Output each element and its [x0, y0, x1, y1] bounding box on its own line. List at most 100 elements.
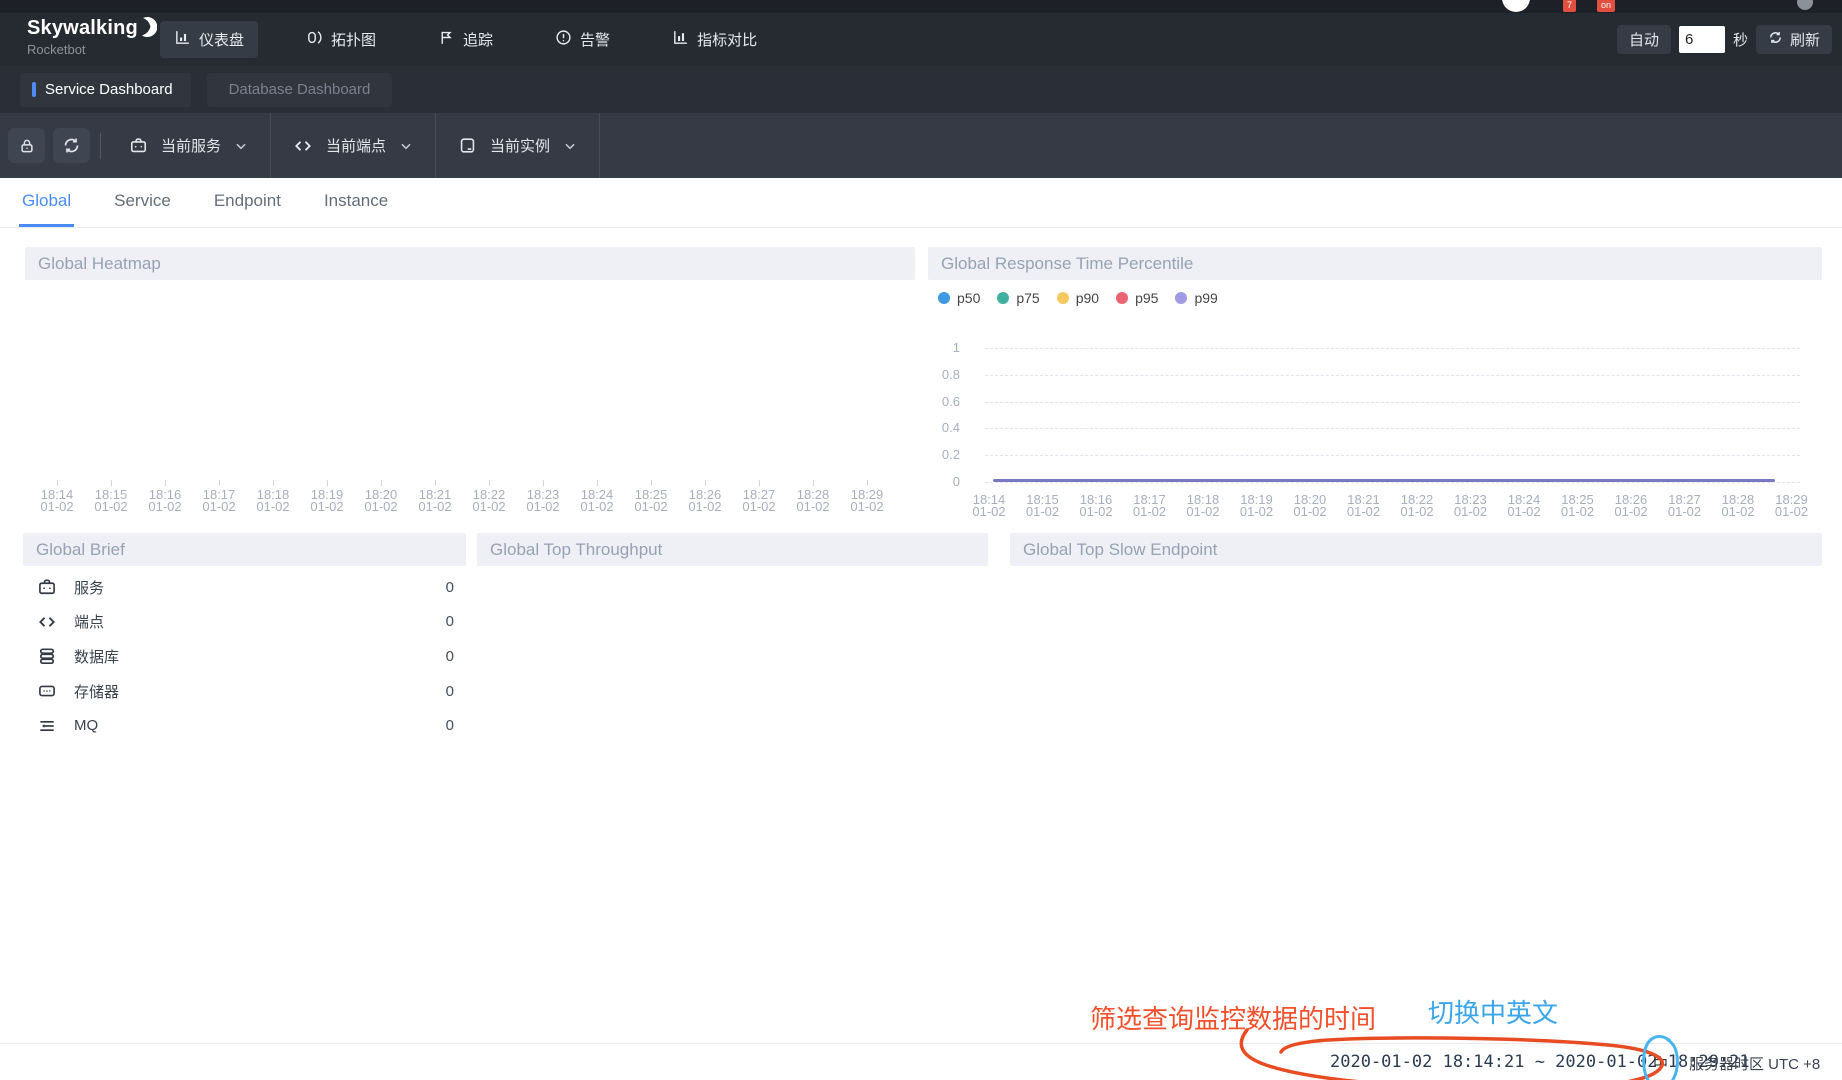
tab-endpoint[interactable]: Endpoint	[211, 178, 284, 227]
topology-icon	[306, 29, 323, 50]
x-axis-label: 18:1901-02	[1230, 494, 1284, 518]
nav-item-alarm[interactable]: 告警	[541, 21, 624, 58]
refresh-button[interactable]: 刷新	[1756, 25, 1832, 54]
view-tabs: Global Service Endpoint Instance	[0, 178, 1842, 228]
time-range-picker[interactable]: 2020-01-02 18:14:21 ~ 2020-01-02 18:29:2…	[1330, 1052, 1750, 1072]
instance-device-icon	[458, 136, 477, 155]
y-axis-label: 0.8	[930, 367, 960, 382]
x-axis-label: 18:2401-02	[1497, 494, 1551, 518]
gridline	[985, 375, 1800, 376]
nav-item-label: 拓扑图	[331, 29, 376, 50]
browser-menu-icon[interactable]	[1797, 0, 1813, 10]
brief-value: 0	[446, 683, 454, 700]
x-axis-label: 18:2701-02	[1658, 494, 1712, 518]
x-axis-label: 18:1401-02	[962, 494, 1016, 518]
logo-subtitle: Rocketbot	[27, 42, 157, 57]
nav-item-trace[interactable]: 追踪	[424, 21, 507, 58]
brief-label: MQ	[74, 717, 98, 734]
y-axis-label: 0.2	[930, 447, 960, 462]
legend-item-p99[interactable]: p99	[1175, 290, 1217, 306]
gridline	[985, 428, 1800, 429]
service-briefcase-icon	[37, 577, 57, 597]
mq-queue-icon	[37, 716, 57, 736]
legend-label: p90	[1076, 290, 1099, 306]
current-endpoint-selector[interactable]: 当前端点	[271, 113, 436, 178]
skywalking-dashboard-page: 7 on Skywalking Rocketbot 仪表盘 拓扑图 追踪	[0, 0, 1842, 1080]
y-axis-label: 0.6	[930, 394, 960, 409]
x-axis-label: 18:2101-02	[1337, 494, 1391, 518]
brief-row-endpoint: 端点 0	[23, 605, 466, 640]
brief-row-database: 数据库 0	[23, 639, 466, 674]
current-service-selector[interactable]: 当前服务	[107, 113, 271, 178]
interval-unit-label: 秒	[1733, 29, 1748, 50]
legend-dot	[938, 292, 950, 304]
legend-label: p75	[1016, 290, 1039, 306]
brief-value: 0	[446, 613, 454, 630]
endpoint-code-icon	[293, 136, 313, 156]
legend-item-p75[interactable]: p75	[997, 290, 1039, 306]
x-axis-label: 18:2201-02	[1390, 494, 1444, 518]
brief-row-mq: MQ 0	[23, 708, 466, 743]
chevron-down-icon	[234, 139, 248, 153]
dash-tab-label: Service Dashboard	[45, 81, 173, 98]
legend-item-p50[interactable]: p50	[938, 290, 980, 306]
nav-item-topology[interactable]: 拓扑图	[292, 21, 390, 58]
tab-service[interactable]: Service	[111, 178, 174, 227]
throughput-panel-title: Global Top Throughput	[477, 533, 988, 566]
legend-item-p90[interactable]: p90	[1057, 290, 1099, 306]
y-axis-label: 0	[930, 474, 960, 489]
storage-card-icon	[37, 681, 57, 701]
percentile-legend: p50 p75 p90 p95 p99	[938, 290, 1218, 306]
browser-avatar[interactable]	[1502, 0, 1530, 12]
lock-button[interactable]	[8, 128, 45, 163]
nav-item-metric-compare[interactable]: 指标对比	[658, 21, 771, 58]
nav-item-label: 仪表盘	[199, 29, 244, 50]
top-navbar: Skywalking Rocketbot 仪表盘 拓扑图 追踪 告警 指	[0, 13, 1842, 66]
reload-button[interactable]	[53, 128, 90, 163]
crescent-icon	[139, 17, 157, 42]
refresh-interval-input[interactable]	[1679, 26, 1725, 53]
legend-item-p95[interactable]: p95	[1116, 290, 1158, 306]
percentile-x-axis: 18:1401-0218:1501-0218:1601-0218:1701-02…	[0, 494, 1842, 524]
x-axis-label: 18:2601-02	[1604, 494, 1658, 518]
extension-badge-count: 7	[1563, 0, 1576, 12]
footer-bar: 2020-01-02 18:14:21 ~ 2020-01-02 18:29:2…	[0, 1043, 1842, 1080]
dashboard-chart-icon	[174, 29, 191, 50]
alarm-icon	[555, 29, 572, 50]
brief-row-service: 服务 0	[23, 570, 466, 605]
x-axis-label: 18:1601-02	[1069, 494, 1123, 518]
selector-toolbar: 当前服务 当前端点 当前实例	[0, 113, 1842, 178]
chevron-down-icon	[563, 139, 577, 153]
current-instance-selector[interactable]: 当前实例	[436, 113, 600, 178]
brief-value: 0	[446, 648, 454, 665]
browser-chrome-strip: 7 on	[0, 0, 1842, 13]
tab-database-dashboard[interactable]: Database Dashboard	[207, 73, 393, 107]
x-axis-label: 18:2801-02	[1711, 494, 1765, 518]
x-axis-label: 18:2301-02	[1444, 494, 1498, 518]
endpoint-code-icon	[37, 612, 57, 632]
tab-instance[interactable]: Instance	[321, 178, 391, 227]
gridline	[985, 348, 1800, 349]
gridline	[985, 455, 1800, 456]
timezone-label: 服务器时区 UTC +8	[1689, 1053, 1820, 1074]
percentile-zero-value-line	[993, 479, 1775, 482]
refresh-controls: 自动 秒 刷新	[1617, 13, 1832, 66]
nav-item-label: 告警	[580, 29, 610, 50]
auto-refresh-button[interactable]: 自动	[1617, 25, 1671, 54]
nav-item-dashboard[interactable]: 仪表盘	[160, 21, 258, 58]
annotation-language-note: 切换中英文	[1428, 993, 1558, 1030]
reload-icon	[62, 136, 81, 155]
legend-dot	[997, 292, 1009, 304]
brief-panel-title: Global Brief	[23, 533, 466, 566]
language-toggle[interactable]: 中	[1653, 1053, 1668, 1074]
brief-label: 存储器	[74, 681, 119, 702]
nav-item-label: 指标对比	[697, 29, 757, 50]
tab-service-dashboard[interactable]: Service Dashboard	[20, 73, 191, 107]
annotation-time-filter-note: 筛选查询监控数据的时间	[1090, 999, 1376, 1036]
legend-dot	[1175, 292, 1187, 304]
skywalking-logo: Skywalking Rocketbot	[27, 17, 157, 57]
main-nav: 仪表盘 拓扑图 追踪 告警 指标对比	[160, 13, 771, 66]
heatmap-panel-title: Global Heatmap	[25, 247, 915, 280]
tab-global[interactable]: Global	[19, 178, 74, 227]
extension-badge-on: on	[1597, 0, 1615, 12]
